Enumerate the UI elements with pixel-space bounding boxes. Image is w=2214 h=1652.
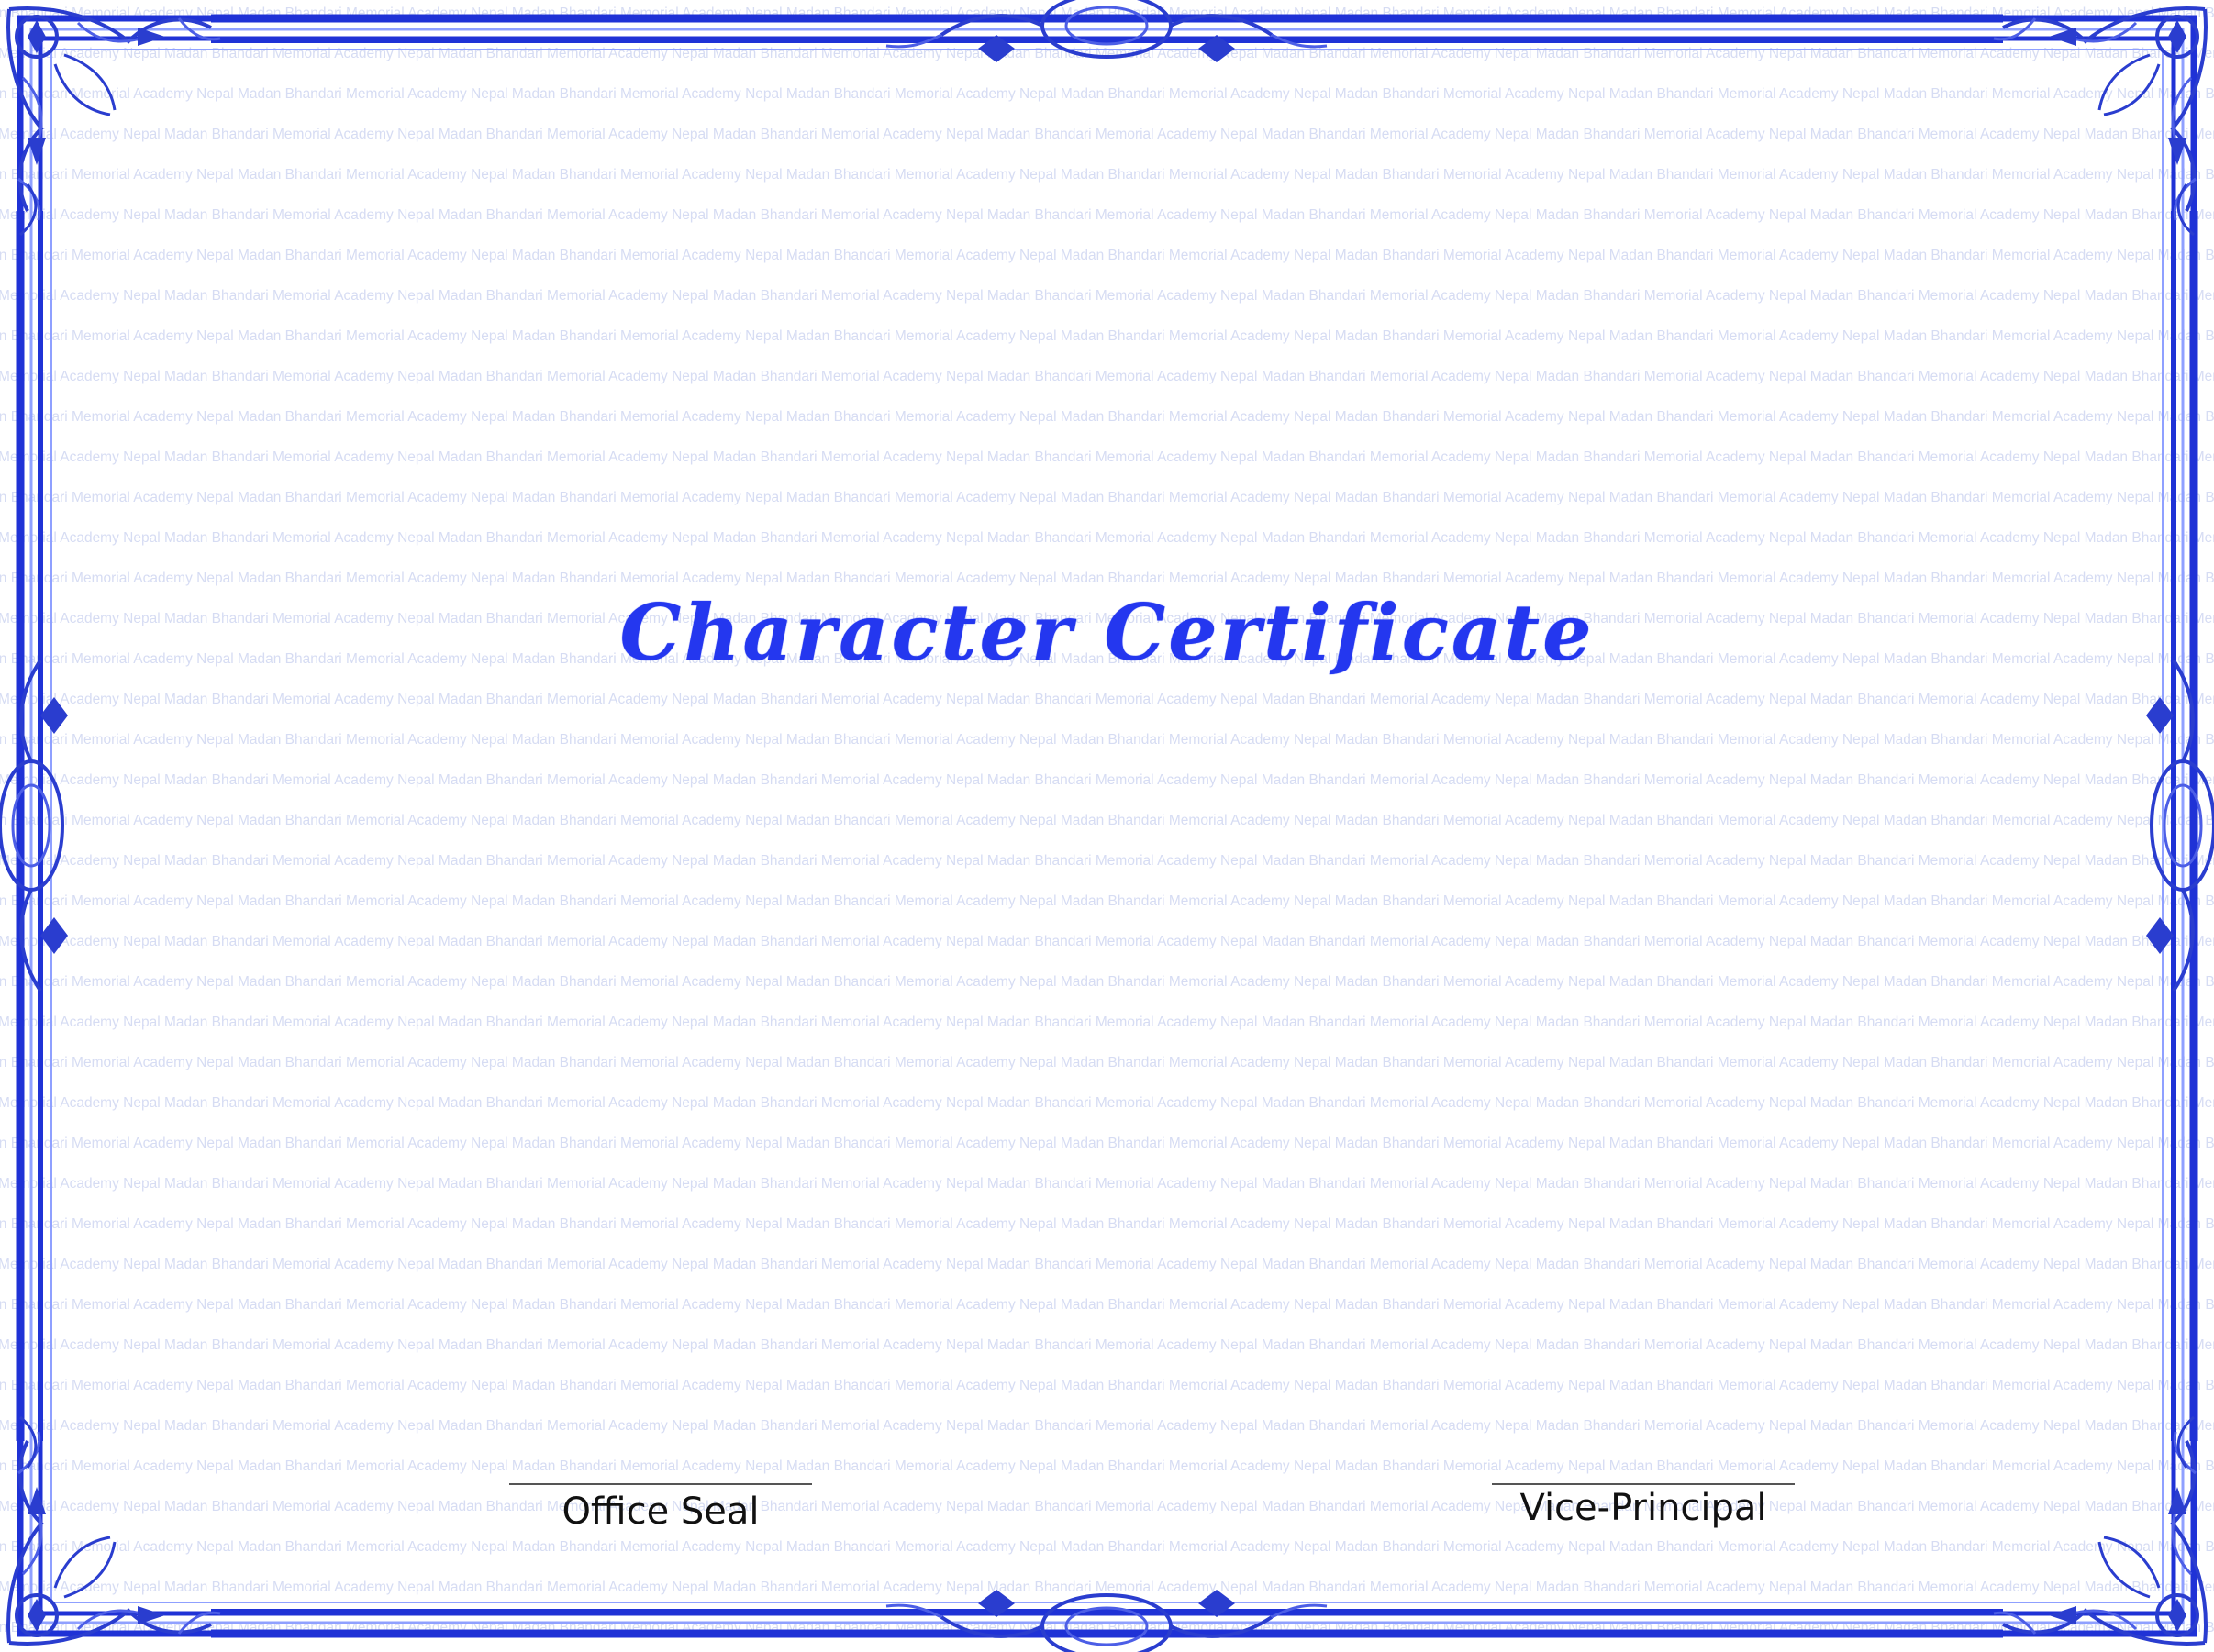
decorative-border — [0, 0, 2214, 1652]
office-seal-signature-line — [509, 1483, 812, 1485]
vice-principal-signature: Vice-Principal — [1492, 1483, 1795, 1529]
certificate-page: Madan Bhandari Memorial Academy Nepal Ma… — [0, 0, 2214, 1652]
certificate-title: Character Certificate — [619, 587, 1595, 678]
vice-principal-label: Vice-Principal — [1519, 1487, 1767, 1529]
office-seal-signature: Office Seal — [509, 1483, 812, 1533]
vice-principal-signature-line — [1492, 1483, 1795, 1485]
office-seal-label: Office Seal — [562, 1491, 760, 1533]
